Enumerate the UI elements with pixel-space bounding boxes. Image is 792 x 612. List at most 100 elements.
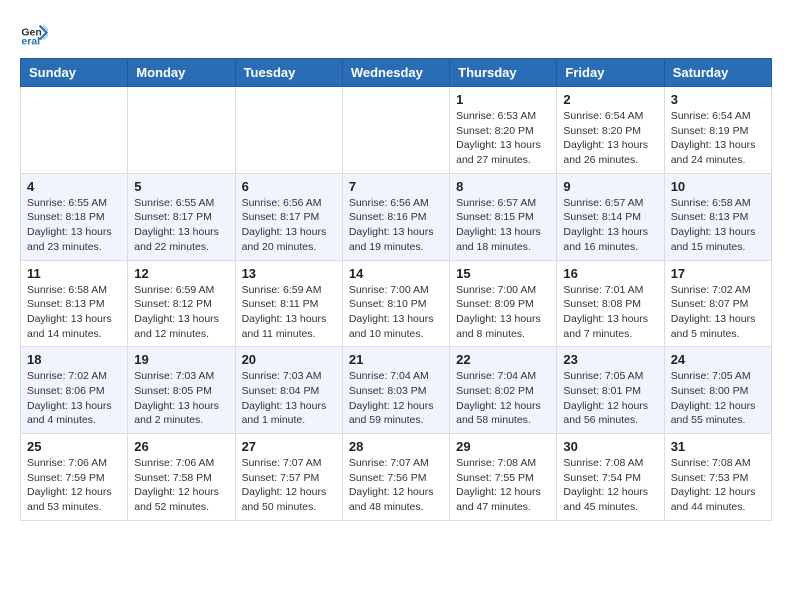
day-info: Sunrise: 7:06 AM Sunset: 7:58 PM Dayligh…: [134, 456, 228, 515]
calendar-cell: 10Sunrise: 6:58 AM Sunset: 8:13 PM Dayli…: [664, 173, 771, 260]
calendar-cell: 22Sunrise: 7:04 AM Sunset: 8:02 PM Dayli…: [450, 347, 557, 434]
calendar-cell: 25 Sunrise: 7:06 AM Sunset: 7:59 PM Dayli…: [21, 434, 128, 521]
calendar-week-2: 4 Sunrise: 6:55 AM Sunset: 8:18 PM Daylig…: [21, 173, 772, 260]
day-number: 27: [242, 439, 336, 454]
day-number: 24: [671, 352, 765, 367]
day-header-tuesday: Tuesday: [235, 59, 342, 87]
day-number: 30: [563, 439, 657, 454]
day-info: Sunrise: 7:02 AM Sunset: 8:07 PM Dayligh…: [671, 283, 765, 342]
day-info: Sunrise: 7:00 AM Sunset: 8:09 PM Dayligh…: [456, 283, 550, 342]
calendar-cell: 31 Sunrise: 7:08 AM Sunset: 7:53 PM Dayli…: [664, 434, 771, 521]
day-header-wednesday: Wednesday: [342, 59, 449, 87]
calendar-cell: 4 Sunrise: 6:55 AM Sunset: 8:18 PM Daylig…: [21, 173, 128, 260]
day-number: 31: [671, 439, 765, 454]
day-number: 26: [134, 439, 228, 454]
day-header-friday: Friday: [557, 59, 664, 87]
logo: Gen eral: [20, 20, 50, 48]
calendar-cell: 18Sunrise: 7:02 AM Sunset: 8:06 PM Dayli…: [21, 347, 128, 434]
calendar-cell: 3Sunrise: 6:54 AM Sunset: 8:19 PM Daylig…: [664, 87, 771, 174]
calendar-cell: 12Sunrise: 6:59 AM Sunset: 8:12 PM Dayli…: [128, 260, 235, 347]
calendar-table: SundayMondayTuesdayWednesdayThursdayFrid…: [20, 58, 772, 521]
calendar-week-4: 18Sunrise: 7:02 AM Sunset: 8:06 PM Dayli…: [21, 347, 772, 434]
calendar-cell: 26 Sunrise: 7:06 AM Sunset: 7:58 PM Dayli…: [128, 434, 235, 521]
calendar-cell: 9 Sunrise: 6:57 AM Sunset: 8:14 PM Daylig…: [557, 173, 664, 260]
day-info: Sunrise: 6:55 AM Sunset: 8:18 PM Dayligh…: [27, 196, 121, 255]
day-header-sunday: Sunday: [21, 59, 128, 87]
day-info: Sunrise: 7:07 AM Sunset: 7:57 PM Dayligh…: [242, 456, 336, 515]
calendar-cell: 30 Sunrise: 7:08 AM Sunset: 7:54 PM Dayli…: [557, 434, 664, 521]
day-number: 23: [563, 352, 657, 367]
day-number: 8: [456, 179, 550, 194]
calendar-cell: [235, 87, 342, 174]
calendar-cell: 1 Sunrise: 6:53 AM Sunset: 8:20 PM Daylig…: [450, 87, 557, 174]
day-info: Sunrise: 7:02 AM Sunset: 8:06 PM Dayligh…: [27, 369, 121, 428]
calendar-week-3: 11 Sunrise: 6:58 AM Sunset: 8:13 PM Dayli…: [21, 260, 772, 347]
day-number: 1: [456, 92, 550, 107]
day-header-thursday: Thursday: [450, 59, 557, 87]
day-info: Sunrise: 7:08 AM Sunset: 7:54 PM Dayligh…: [563, 456, 657, 515]
calendar-cell: 6 Sunrise: 6:56 AM Sunset: 8:17 PM Daylig…: [235, 173, 342, 260]
calendar-cell: 15 Sunrise: 7:00 AM Sunset: 8:09 PM Dayli…: [450, 260, 557, 347]
logo-icon: Gen eral: [20, 20, 48, 48]
calendar-cell: 8Sunrise: 6:57 AM Sunset: 8:15 PM Daylig…: [450, 173, 557, 260]
day-number: 22: [456, 352, 550, 367]
day-number: 21: [349, 352, 443, 367]
day-number: 11: [27, 266, 121, 281]
calendar-cell: 13 Sunrise: 6:59 AM Sunset: 8:11 PM Dayli…: [235, 260, 342, 347]
calendar-cell: 29 Sunrise: 7:08 AM Sunset: 7:55 PM Dayli…: [450, 434, 557, 521]
day-number: 2: [563, 92, 657, 107]
day-number: 28: [349, 439, 443, 454]
calendar-cell: 21 Sunrise: 7:04 AM Sunset: 8:03 PM Dayli…: [342, 347, 449, 434]
day-number: 16: [563, 266, 657, 281]
calendar-header-row: SundayMondayTuesdayWednesdayThursdayFrid…: [21, 59, 772, 87]
day-info: Sunrise: 6:57 AM Sunset: 8:14 PM Dayligh…: [563, 196, 657, 255]
day-info: Sunrise: 6:54 AM Sunset: 8:20 PM Dayligh…: [563, 109, 657, 168]
day-number: 4: [27, 179, 121, 194]
calendar-cell: 19 Sunrise: 7:03 AM Sunset: 8:05 PM Dayli…: [128, 347, 235, 434]
svg-text:eral: eral: [21, 36, 40, 48]
calendar-cell: 24 Sunrise: 7:05 AM Sunset: 8:00 PM Dayli…: [664, 347, 771, 434]
calendar-cell: 17 Sunrise: 7:02 AM Sunset: 8:07 PM Dayli…: [664, 260, 771, 347]
day-info: Sunrise: 6:54 AM Sunset: 8:19 PM Dayligh…: [671, 109, 765, 168]
calendar-cell: 14Sunrise: 7:00 AM Sunset: 8:10 PM Dayli…: [342, 260, 449, 347]
day-number: 15: [456, 266, 550, 281]
day-number: 13: [242, 266, 336, 281]
day-number: 10: [671, 179, 765, 194]
day-info: Sunrise: 6:59 AM Sunset: 8:12 PM Dayligh…: [134, 283, 228, 342]
day-number: 14: [349, 266, 443, 281]
day-info: Sunrise: 7:08 AM Sunset: 7:55 PM Dayligh…: [456, 456, 550, 515]
day-number: 17: [671, 266, 765, 281]
calendar-cell: [128, 87, 235, 174]
day-info: Sunrise: 6:53 AM Sunset: 8:20 PM Dayligh…: [456, 109, 550, 168]
calendar-week-5: 25 Sunrise: 7:06 AM Sunset: 7:59 PM Dayli…: [21, 434, 772, 521]
day-info: Sunrise: 6:59 AM Sunset: 8:11 PM Dayligh…: [242, 283, 336, 342]
day-number: 19: [134, 352, 228, 367]
day-number: 29: [456, 439, 550, 454]
day-header-monday: Monday: [128, 59, 235, 87]
calendar-cell: 23Sunrise: 7:05 AM Sunset: 8:01 PM Dayli…: [557, 347, 664, 434]
day-info: Sunrise: 7:08 AM Sunset: 7:53 PM Dayligh…: [671, 456, 765, 515]
day-info: Sunrise: 7:07 AM Sunset: 7:56 PM Dayligh…: [349, 456, 443, 515]
day-number: 20: [242, 352, 336, 367]
calendar-cell: 2 Sunrise: 6:54 AM Sunset: 8:20 PM Daylig…: [557, 87, 664, 174]
day-info: Sunrise: 7:03 AM Sunset: 8:05 PM Dayligh…: [134, 369, 228, 428]
day-number: 9: [563, 179, 657, 194]
calendar-cell: 27 Sunrise: 7:07 AM Sunset: 7:57 PM Dayli…: [235, 434, 342, 521]
calendar-cell: 5Sunrise: 6:55 AM Sunset: 8:17 PM Daylig…: [128, 173, 235, 260]
day-number: 5: [134, 179, 228, 194]
calendar-cell: [342, 87, 449, 174]
day-number: 6: [242, 179, 336, 194]
day-info: Sunrise: 6:56 AM Sunset: 8:16 PM Dayligh…: [349, 196, 443, 255]
calendar-cell: 16 Sunrise: 7:01 AM Sunset: 8:08 PM Dayli…: [557, 260, 664, 347]
day-header-saturday: Saturday: [664, 59, 771, 87]
day-info: Sunrise: 7:05 AM Sunset: 8:00 PM Dayligh…: [671, 369, 765, 428]
day-info: Sunrise: 7:01 AM Sunset: 8:08 PM Dayligh…: [563, 283, 657, 342]
day-info: Sunrise: 7:04 AM Sunset: 8:03 PM Dayligh…: [349, 369, 443, 428]
day-number: 25: [27, 439, 121, 454]
day-info: Sunrise: 6:58 AM Sunset: 8:13 PM Dayligh…: [27, 283, 121, 342]
day-info: Sunrise: 6:56 AM Sunset: 8:17 PM Dayligh…: [242, 196, 336, 255]
calendar-week-1: 1 Sunrise: 6:53 AM Sunset: 8:20 PM Daylig…: [21, 87, 772, 174]
day-info: Sunrise: 7:06 AM Sunset: 7:59 PM Dayligh…: [27, 456, 121, 515]
calendar-cell: 7Sunrise: 6:56 AM Sunset: 8:16 PM Daylig…: [342, 173, 449, 260]
calendar-cell: [21, 87, 128, 174]
